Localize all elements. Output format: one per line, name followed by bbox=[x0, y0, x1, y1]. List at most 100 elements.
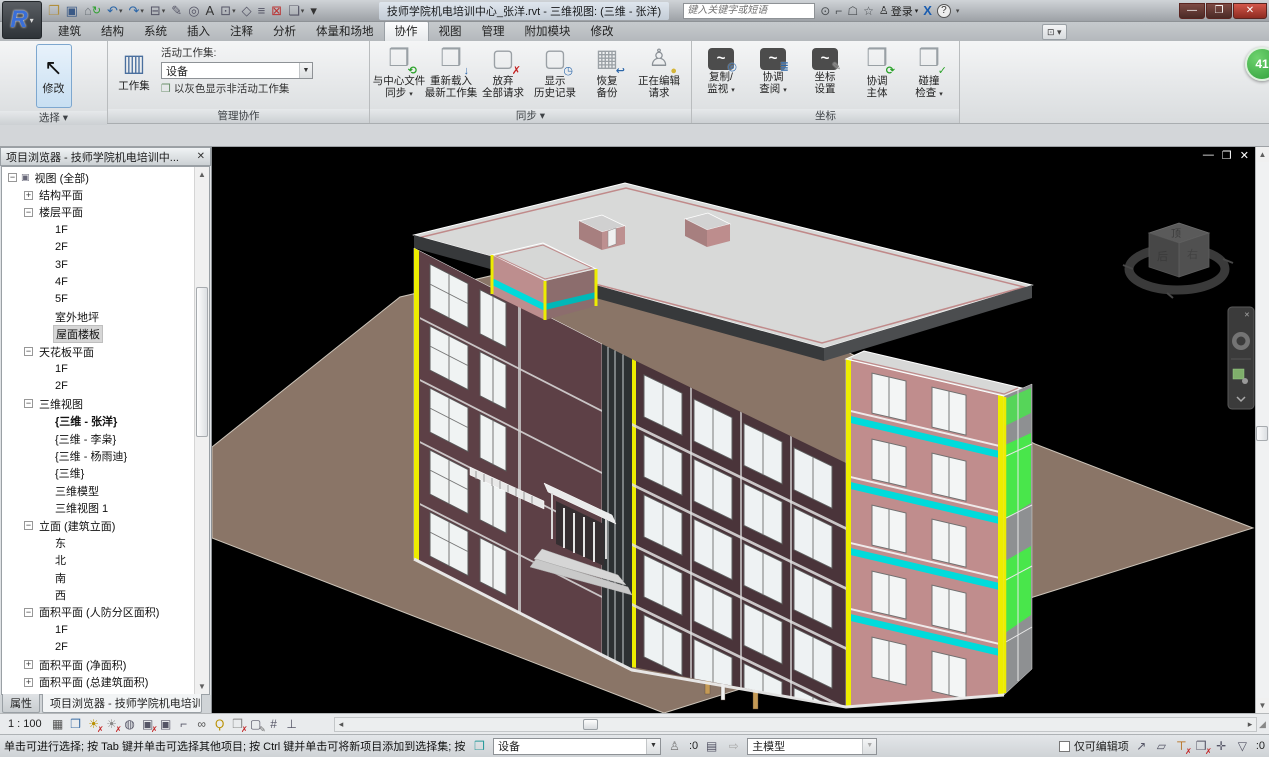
design-option-select[interactable]: 主模型▼ bbox=[747, 738, 877, 755]
scroll-up-icon[interactable]: ▲ bbox=[1256, 147, 1269, 162]
tree-item[interactable]: + ▣ 面积平面 (净面积) bbox=[2, 656, 194, 673]
ribbon-tab[interactable]: 协作 bbox=[384, 21, 429, 41]
ribbon-tab[interactable]: 管理 bbox=[472, 21, 515, 41]
view-control-button[interactable]: Ϙ bbox=[212, 716, 228, 732]
selection-toggle[interactable]: ▱ bbox=[1153, 738, 1170, 754]
view-control-button[interactable]: ▦ bbox=[50, 716, 66, 732]
infocenter-icon[interactable]: ⊙ bbox=[820, 4, 830, 18]
close-button[interactable]: ✕ bbox=[1233, 3, 1267, 19]
chevron-down-icon[interactable]: ▾ bbox=[956, 7, 960, 15]
qat-button[interactable]: ◎▾ bbox=[186, 2, 201, 20]
ribbon-button[interactable]: ▦↩ 恢复 备份 ▾ bbox=[581, 43, 633, 100]
tree-item[interactable]: ▣ 东 bbox=[2, 534, 194, 551]
scrollbar-thumb[interactable] bbox=[1256, 426, 1268, 441]
view-control-button[interactable]: ❒ bbox=[68, 716, 84, 732]
restore-button[interactable]: ❐ bbox=[1206, 3, 1232, 19]
view-control-button[interactable]: # bbox=[266, 716, 282, 732]
tree-item[interactable]: − ▣ 视图 (全部) bbox=[2, 169, 194, 186]
qat-button[interactable]: ❐▾ bbox=[46, 2, 62, 20]
minimize-button[interactable]: — bbox=[1179, 3, 1205, 19]
qat-button[interactable]: ≡▾ bbox=[256, 2, 268, 20]
notification-badge[interactable]: 41 bbox=[1245, 47, 1269, 81]
ribbon-tab[interactable]: 系统 bbox=[134, 21, 177, 41]
ribbon-display-toggle[interactable]: ⊡ ▾ bbox=[1042, 24, 1067, 40]
qat-button[interactable]: ⊡▾ bbox=[218, 2, 237, 20]
view-restore-icon[interactable]: ❐ bbox=[1222, 149, 1232, 162]
tree-item[interactable]: ▣ {三维 - 杨雨迪} bbox=[2, 447, 194, 464]
tree-expander[interactable]: − bbox=[24, 521, 33, 530]
qat-button[interactable]: ↶▾ bbox=[105, 2, 124, 20]
qat-button[interactable]: ⊟▾ bbox=[148, 2, 167, 20]
tree-item[interactable]: ▣ 屋面楼板 bbox=[2, 326, 194, 343]
tree-item[interactable]: + ▣ 面积平面 (总建筑面积) bbox=[2, 673, 194, 690]
select-panel-label[interactable]: 选择 ▾ bbox=[0, 111, 107, 125]
infocenter-icon[interactable]: ☖ bbox=[847, 4, 858, 18]
infocenter-icon[interactable]: ⌐ bbox=[835, 4, 842, 18]
vertical-scrollbar[interactable]: ▲ ▼ bbox=[1255, 147, 1269, 713]
sync-panel-label[interactable]: 同步 ▾ bbox=[370, 109, 691, 123]
ribbon-tab[interactable]: 注释 bbox=[220, 21, 263, 41]
application-menu-button[interactable]: R▾ bbox=[2, 1, 42, 39]
view-control-button[interactable]: ❒✗ bbox=[230, 716, 246, 732]
view-close-icon[interactable]: ✕ bbox=[1240, 149, 1249, 162]
view-control-button[interactable]: ∞ bbox=[194, 716, 210, 732]
navigation-bar[interactable]: ✕ bbox=[1228, 307, 1254, 409]
tree-item[interactable]: ▣ 1F bbox=[2, 360, 194, 377]
tree-item[interactable]: − ▣ 天花板平面 bbox=[2, 343, 194, 360]
tree-item[interactable]: ▣ {三维} bbox=[2, 465, 194, 482]
infocenter-icon[interactable]: ☆ bbox=[863, 4, 874, 18]
view-control-button[interactable]: ▢✎ bbox=[248, 716, 264, 732]
qat-button[interactable]: ✎▾ bbox=[169, 2, 184, 20]
ribbon-button[interactable]: ❒↓ 重新载入 最新工作集 ▾ bbox=[425, 43, 477, 100]
tree-item[interactable]: ▣ {三维 - 张洋} bbox=[2, 412, 194, 429]
tree-item[interactable]: − ▣ 三维视图 bbox=[2, 395, 194, 412]
scroll-left-icon[interactable]: ◂ bbox=[335, 718, 347, 731]
tree-item[interactable]: ▣ 5F bbox=[2, 291, 194, 308]
tree-item[interactable]: ▣ 室外地坪 bbox=[2, 308, 194, 325]
ribbon-button[interactable]: ❒⟲ 与中心文件 同步 ▾ bbox=[373, 43, 425, 102]
ribbon-button[interactable]: ▢✗ 放弃 全部请求 ▾ bbox=[477, 43, 529, 100]
tree-item[interactable]: ▣ {三维 - 李枭} bbox=[2, 430, 194, 447]
qat-button[interactable]: ⌂▾↻ bbox=[82, 2, 103, 20]
view-control-button[interactable]: ☀✗ bbox=[86, 716, 102, 732]
close-icon[interactable]: ✕ bbox=[197, 151, 205, 162]
drawing-area[interactable]: — ❐ ✕ bbox=[212, 147, 1255, 713]
qat-button[interactable]: ▾▾ bbox=[308, 2, 319, 20]
tree-item[interactable]: ▣ 2F bbox=[2, 239, 194, 256]
tree-item[interactable]: ▣ 1F bbox=[2, 621, 194, 638]
selection-toggle[interactable]: ↗ bbox=[1133, 738, 1150, 754]
view-scale[interactable]: 1 : 100 bbox=[8, 718, 42, 730]
gray-inactive-worksets-button[interactable]: ❒ 以灰色显示非活动工作集 bbox=[161, 81, 313, 96]
scrollbar-thumb[interactable] bbox=[583, 719, 598, 730]
tree-item[interactable]: ▣ 3F bbox=[2, 256, 194, 273]
tree-item[interactable]: ▣ 2F bbox=[2, 639, 194, 656]
qat-button[interactable]: ⊠▾ bbox=[269, 2, 284, 20]
tree-expander[interactable]: + bbox=[24, 191, 33, 200]
tree-item[interactable]: ▣ 三维模型 bbox=[2, 482, 194, 499]
tree-item[interactable]: ▣ 三维视图 1 bbox=[2, 499, 194, 516]
scroll-down-icon[interactable]: ▼ bbox=[1256, 698, 1269, 713]
view-control-button[interactable]: ⊥ bbox=[284, 716, 300, 732]
tree-item[interactable]: − ▣ 面积平面 (人防分区面积) bbox=[2, 604, 194, 621]
tree-expander[interactable]: − bbox=[24, 347, 33, 356]
selection-toggle[interactable]: ❒✗ bbox=[1193, 738, 1210, 754]
ribbon-button[interactable]: ❒⟳ 协调 主体 ▾ bbox=[851, 43, 903, 100]
tree-expander[interactable]: + bbox=[24, 678, 33, 687]
help-icon[interactable]: ? bbox=[937, 4, 951, 18]
ribbon-tab[interactable]: 修改 bbox=[581, 21, 624, 41]
ribbon-button[interactable]: ▢◷ 显示 历史记录 ▾ bbox=[529, 43, 581, 100]
qat-button[interactable]: ▣▾ bbox=[64, 2, 80, 20]
modify-button[interactable]: ↖ 修改 bbox=[36, 44, 72, 108]
tree-expander[interactable]: + bbox=[24, 660, 33, 669]
selection-toggle[interactable]: ✛ bbox=[1213, 738, 1230, 754]
ribbon-tab[interactable]: 体量和场地 bbox=[306, 21, 384, 41]
ribbon-tab[interactable]: 视图 bbox=[429, 21, 472, 41]
scroll-up-icon[interactable]: ▲ bbox=[195, 167, 209, 182]
ribbon-button[interactable]: ~✎ 坐标 设置 ▾ bbox=[799, 43, 851, 96]
view-minimize-icon[interactable]: — bbox=[1203, 149, 1214, 162]
search-input[interactable] bbox=[683, 3, 815, 19]
ribbon-button[interactable]: ♙● 正在编辑 请求 ▾ bbox=[633, 43, 685, 100]
selection-toggle[interactable]: ⊤✗ bbox=[1173, 738, 1190, 754]
qat-button[interactable]: ↷▾ bbox=[126, 2, 145, 20]
sign-in-button[interactable]: ♙登录▾ bbox=[879, 3, 918, 19]
